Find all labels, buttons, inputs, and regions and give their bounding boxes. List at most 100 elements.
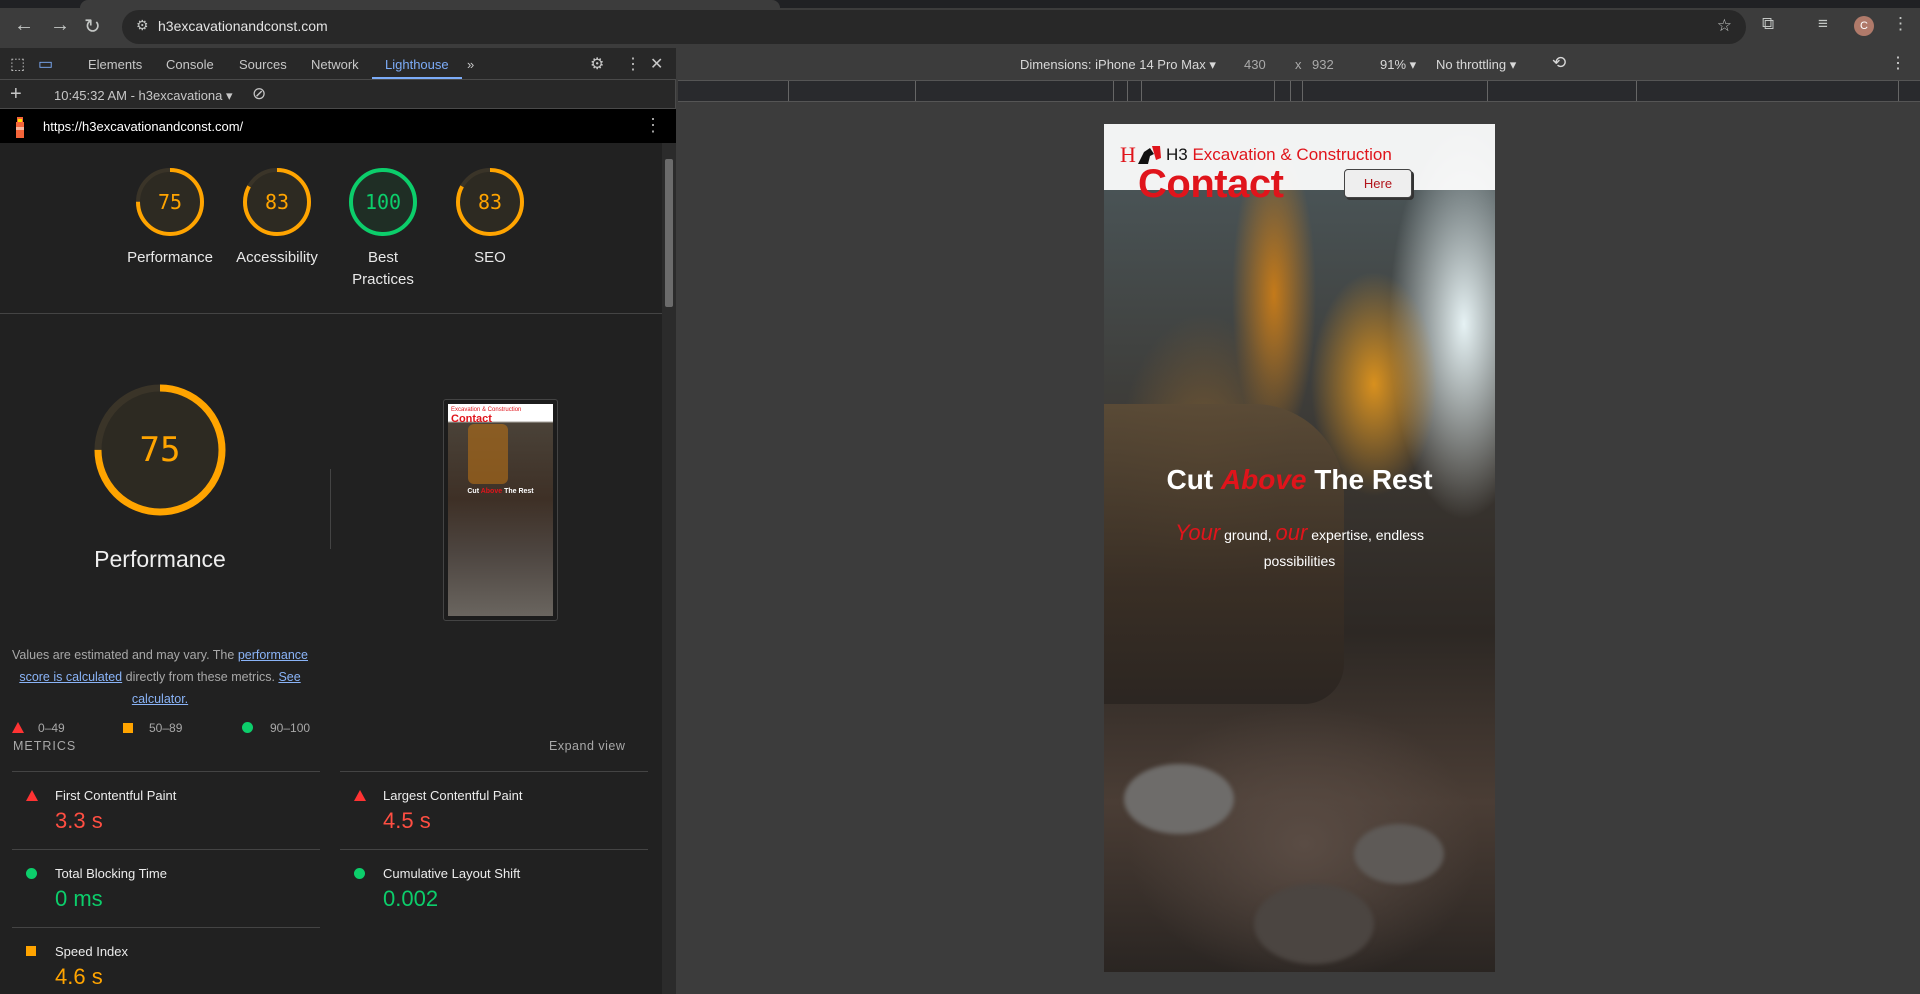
media-query-ruler[interactable] xyxy=(678,80,1920,102)
settings-gear-icon[interactable]: ⚙ xyxy=(590,54,604,74)
extensions-icon[interactable]: ⧉ xyxy=(1762,14,1774,34)
active-tab[interactable] xyxy=(80,0,780,8)
device-toggle-icon[interactable]: ▭ xyxy=(38,54,53,74)
circle-icon xyxy=(26,868,37,879)
metric-name: Total Blocking Time xyxy=(55,866,167,881)
reload-icon[interactable]: ↻ xyxy=(84,14,101,39)
legend-fail: 0–49 xyxy=(12,721,65,735)
report-url-bar: https://h3excavationandconst.com/ ⋮ xyxy=(0,109,676,143)
tagline-accent: our xyxy=(1275,520,1308,545)
more-tabs-icon[interactable]: » xyxy=(467,57,474,72)
thumb-excavator xyxy=(468,424,508,484)
dimension-separator: x xyxy=(1295,57,1302,72)
rock xyxy=(1254,884,1374,964)
circle-icon xyxy=(354,868,365,879)
score-gauge[interactable]: 83 xyxy=(241,166,313,238)
device-toolbar-menu-icon[interactable]: ⋮ xyxy=(1890,53,1906,73)
menu-icon[interactable]: ⋮ xyxy=(1892,14,1909,34)
tab-sources[interactable]: Sources xyxy=(239,57,287,72)
metric-item: Speed Index 4.6 s xyxy=(12,927,320,994)
here-button[interactable]: Here xyxy=(1344,169,1412,198)
desc-text: Values are estimated and may vary. The xyxy=(12,648,238,662)
expand-view-toggle[interactable]: Expand view xyxy=(549,739,625,753)
report-menu-icon[interactable]: ⋮ xyxy=(644,115,662,136)
tagline-accent: Your xyxy=(1174,520,1221,545)
circle-icon xyxy=(242,722,253,733)
address-url[interactable]: h3excavationandconst.com xyxy=(158,18,328,34)
tab-elements[interactable]: Elements xyxy=(88,57,142,72)
hero-tagline: Your ground, our expertise, endless poss… xyxy=(1144,520,1455,574)
forward-icon[interactable]: → xyxy=(50,14,70,37)
gauge-label[interactable]: SEO xyxy=(430,247,550,269)
tab-lighthouse[interactable]: Lighthouse xyxy=(385,57,449,72)
width-input[interactable]: 430 xyxy=(1244,57,1266,72)
hero-headline: Cut Above The Rest xyxy=(1104,464,1495,496)
address-bar[interactable]: ⚙ h3excavationandconst.com ☆ xyxy=(122,10,1746,44)
inspect-icon[interactable]: ⬚ xyxy=(10,54,25,74)
rock xyxy=(1354,824,1444,884)
metric-value: 3.3 s xyxy=(55,808,103,833)
bookmark-star-icon[interactable]: ☆ xyxy=(1717,16,1732,36)
site-info-icon[interactable]: ⚙ xyxy=(136,17,149,34)
clear-icon[interactable]: ⊘ xyxy=(252,84,266,104)
avatar[interactable]: C xyxy=(1854,16,1874,36)
square-icon xyxy=(123,723,133,733)
tab-console[interactable]: Console xyxy=(166,57,214,72)
metric-item: First Contentful Paint 3.3 s xyxy=(12,771,320,849)
rotate-icon[interactable]: ⟲ xyxy=(1552,53,1566,73)
gauge-score: 83 xyxy=(477,190,503,214)
desc-text-2: directly from these metrics. xyxy=(122,670,279,684)
headline-part: Cut xyxy=(1166,464,1214,495)
gauge-score: 75 xyxy=(157,190,183,214)
media-icon[interactable]: ≡ xyxy=(1818,14,1828,34)
tab-network[interactable]: Network xyxy=(311,57,359,72)
throttling-value: No throttling xyxy=(1436,57,1507,72)
metric-value: 4.5 s xyxy=(383,808,431,833)
metric-item: Largest Contentful Paint 4.5 s xyxy=(340,771,648,849)
report-selector[interactable]: 10:45:32 AM - h3excavationa ▾ xyxy=(54,88,233,104)
metric-name: Largest Contentful Paint xyxy=(383,788,523,803)
metric-value: 0.002 xyxy=(383,886,439,911)
metric-name: Speed Index xyxy=(55,944,129,959)
report-selector-label: 10:45:32 AM - h3excavationa xyxy=(54,88,223,103)
back-icon[interactable]: ← xyxy=(14,14,34,37)
score-gauge[interactable]: 100 xyxy=(347,166,419,238)
tab-strip xyxy=(0,0,1920,8)
score-gauge[interactable]: 83 xyxy=(454,166,526,238)
divider-vertical xyxy=(330,469,331,549)
triangle-icon xyxy=(26,790,38,801)
score-gauge[interactable]: 75 xyxy=(134,166,206,238)
thumb-headline: Cut Above The Rest xyxy=(467,488,534,495)
thumb-contact: Contact xyxy=(451,413,492,425)
rock xyxy=(1124,764,1234,834)
metric-item: Total Blocking Time 0 ms xyxy=(12,849,320,927)
triangle-icon xyxy=(12,722,24,733)
gauge-label[interactable]: Accessibility xyxy=(217,247,337,269)
headline-accent: Above xyxy=(1220,464,1307,495)
gauge-label[interactable]: Best Practices xyxy=(323,247,443,291)
new-report-icon[interactable]: + xyxy=(10,83,22,106)
zoom-value: 91% xyxy=(1380,57,1407,72)
site-logo[interactable]: H xyxy=(1120,144,1136,166)
performance-description: Values are estimated and may vary. The p… xyxy=(10,644,310,710)
contact-heading[interactable]: Contact xyxy=(1138,162,1284,207)
more-options-icon[interactable]: ⋮ xyxy=(625,54,641,74)
zoom-selector[interactable]: 91% ▾ xyxy=(1380,57,1416,73)
headline-part: The Rest xyxy=(1314,464,1433,495)
legend-label: 0–49 xyxy=(38,721,65,735)
throttling-selector[interactable]: No throttling ▾ xyxy=(1436,57,1516,73)
final-screenshot-thumbnail[interactable]: Excavation & Construction Contact Cut Ab… xyxy=(443,399,558,621)
active-tab-indicator xyxy=(372,77,462,79)
scrollbar[interactable] xyxy=(662,143,676,994)
height-input[interactable]: 932 xyxy=(1312,57,1334,72)
device-selector[interactable]: Dimensions: iPhone 14 Pro Max ▾ xyxy=(1020,57,1216,73)
report-url: https://h3excavationandconst.com/ xyxy=(43,119,244,134)
legend-average: 50–89 xyxy=(123,721,182,735)
legend-label: 90–100 xyxy=(270,721,311,735)
lighthouse-report: 75 Performance 83 Accessibility 100 Best… xyxy=(0,143,662,994)
close-icon[interactable]: ✕ xyxy=(650,54,663,74)
gauge-label[interactable]: Performance xyxy=(110,247,230,269)
scrollbar-thumb[interactable] xyxy=(665,159,673,307)
metric-item: Cumulative Layout Shift 0.002 xyxy=(340,849,648,927)
metric-name: First Contentful Paint xyxy=(55,788,177,803)
